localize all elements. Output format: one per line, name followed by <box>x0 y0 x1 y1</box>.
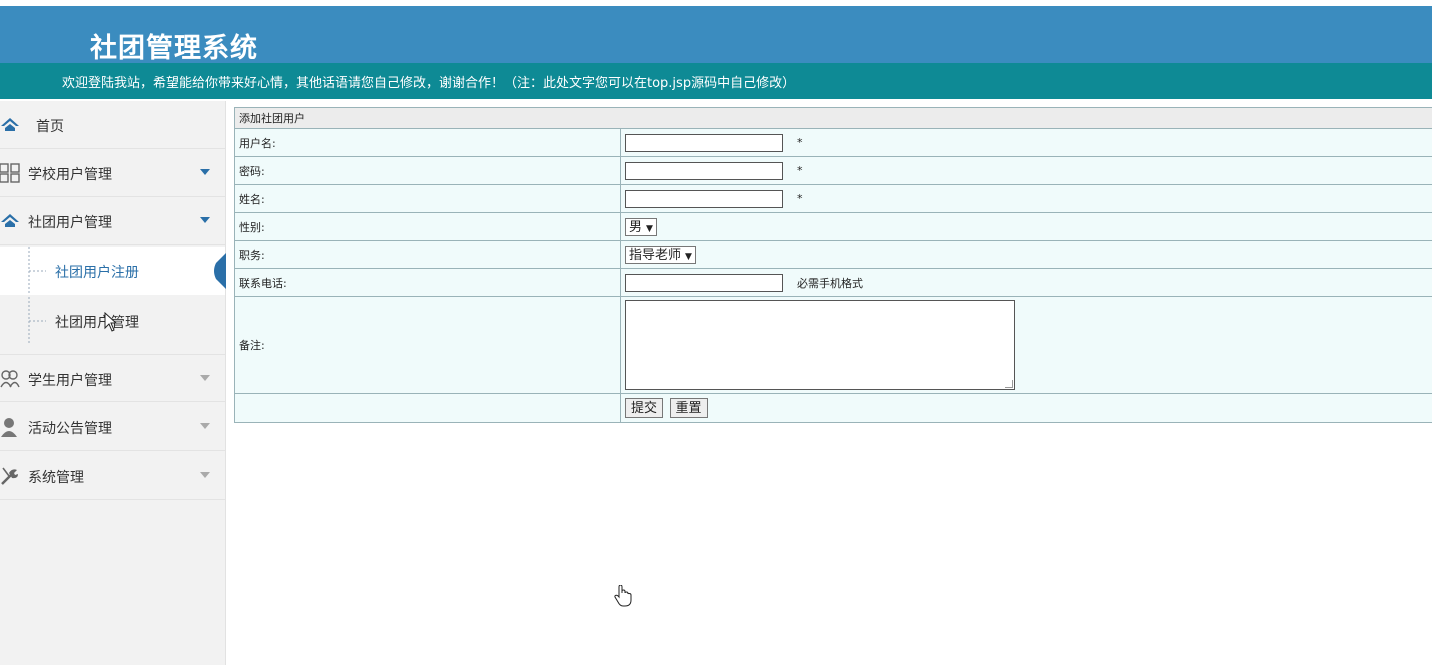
sidebar-item-label: 学生用户管理 <box>28 373 112 389</box>
welcome-bar: 欢迎登陆我站，希望能给你带来好心情，其他话语请您自己修改，谢谢合作！（注：此处文… <box>0 63 1432 99</box>
sidebar-subitem-label: 社团用户注册 <box>55 265 139 281</box>
sidebar-item-system[interactable]: 系统管理 <box>0 452 225 500</box>
sidebar-item-label: 学校用户管理 <box>28 167 112 183</box>
chevron-down-icon <box>200 169 210 175</box>
app-title: 社团管理系统 <box>90 33 258 64</box>
gender-label: 性别: <box>234 212 621 241</box>
username-label: 用户名: <box>234 128 621 157</box>
active-marker-icon <box>214 253 226 289</box>
submit-button[interactable]: 提交 <box>625 398 664 418</box>
password-label: 密码: <box>234 156 621 185</box>
users-icon <box>0 370 20 388</box>
position-label: 职务: <box>234 240 621 269</box>
phone-label: 联系电话: <box>234 268 621 297</box>
required-mark: * <box>797 192 803 205</box>
caret-down-icon: ▼ <box>685 251 692 262</box>
name-label: 姓名: <box>234 184 621 213</box>
username-field[interactable] <box>625 133 783 152</box>
grid-icon <box>0 163 20 183</box>
sidebar-item-label: 首页 <box>36 119 64 135</box>
caret-down-icon: ▼ <box>646 223 653 234</box>
home-icon <box>1 214 19 227</box>
tree-line-icon <box>28 297 46 345</box>
position-value: 指导老师 <box>629 247 682 263</box>
sidebar-item-home[interactable]: 首页 <box>0 101 225 149</box>
phone-hint: 必需手机格式 <box>797 276 863 290</box>
sidebar-item-label: 活动公告管理 <box>28 421 112 437</box>
reset-button[interactable]: 重置 <box>669 398 708 418</box>
arrow-cursor-icon <box>104 312 118 332</box>
gender-select[interactable]: 男 ▼ <box>625 217 657 236</box>
hand-cursor-icon <box>614 585 632 607</box>
sidebar-item-student-users[interactable]: 学生用户管理 <box>0 354 225 402</box>
sidebar: 首页 学校用户管理 社团用户管理 社团用户注册 社团用户管理 学生用户管理 活动… <box>0 101 226 665</box>
sidebar-item-school-users[interactable]: 学校用户管理 <box>0 149 225 197</box>
header-bar: 社团管理系统 <box>0 6 1432 64</box>
chevron-down-icon <box>200 423 210 429</box>
sidebar-item-label: 社团用户管理 <box>28 215 112 231</box>
chevron-down-icon <box>200 375 210 381</box>
gender-value: 男 <box>629 219 643 235</box>
name-field[interactable] <box>625 189 783 208</box>
sidebar-item-announcements[interactable]: 活动公告管理 <box>0 403 225 451</box>
chevron-down-icon <box>200 472 210 478</box>
welcome-text: 欢迎登陆我站，希望能给你带来好心情，其他话语请您自己修改，谢谢合作！（注：此处文… <box>62 76 796 91</box>
position-select[interactable]: 指导老师 ▼ <box>625 245 696 264</box>
resize-grip-icon[interactable] <box>1005 380 1013 388</box>
tree-line-icon <box>28 247 46 295</box>
chevron-down-icon <box>200 217 210 223</box>
form-heading: 添加社团用户 <box>234 107 1432 129</box>
sidebar-item-label: 系统管理 <box>28 470 84 486</box>
required-mark: * <box>797 164 803 177</box>
phone-field[interactable] <box>625 273 783 292</box>
password-field[interactable] <box>625 161 783 180</box>
remark-textarea[interactable] <box>625 300 1015 390</box>
sidebar-subitem-register[interactable]: 社团用户注册 <box>0 247 226 295</box>
add-club-user-form: 添加社团用户 用户名: * 密码: * 姓名: * 性别: 男 ▼ 职务: 指导老… <box>234 107 1432 423</box>
form-table: 添加社团用户 用户名: * 密码: * 姓名: * 性别: 男 ▼ 职务: 指导老… <box>234 107 1432 423</box>
remark-label: 备注: <box>234 296 621 394</box>
required-mark: * <box>797 136 803 149</box>
sidebar-item-club-users[interactable]: 社团用户管理 <box>0 197 225 245</box>
empty-cell <box>234 393 621 423</box>
home-icon <box>1 118 19 131</box>
tools-icon <box>1 467 18 485</box>
sidebar-subitem-label: 社团用户管理 <box>55 315 139 331</box>
user-icon <box>1 418 17 437</box>
